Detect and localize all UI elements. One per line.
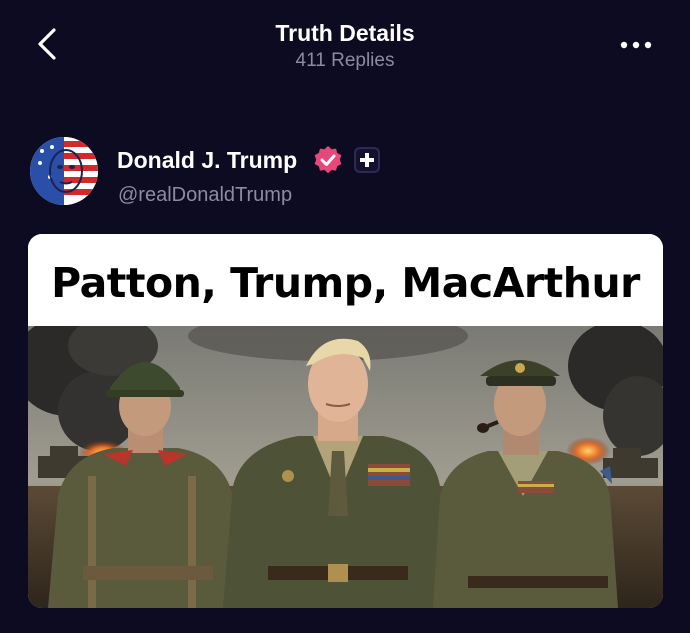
replies-count[interactable]: 411 Replies [0, 50, 690, 72]
author-name[interactable]: Donald J. Trump [117, 147, 297, 174]
post-author: Donald J. Trump @realDonaldTrump [30, 137, 670, 217]
more-dots-icon [620, 41, 652, 49]
plus-badge-icon [354, 147, 380, 173]
post-image[interactable]: Patton, Trump, MacArthur [28, 234, 663, 608]
avatar-image [30, 137, 98, 205]
avatar[interactable] [30, 137, 98, 205]
image-caption: Patton, Trump, MacArthur [28, 234, 663, 326]
verified-badge-icon [314, 146, 342, 174]
author-handle[interactable]: @realDonaldTrump [118, 184, 292, 207]
top-bar: Truth Details 411 Replies [0, 0, 690, 100]
image-artwork [28, 326, 663, 608]
page-title: Truth Details [275, 20, 415, 46]
more-options-button[interactable] [612, 30, 662, 60]
